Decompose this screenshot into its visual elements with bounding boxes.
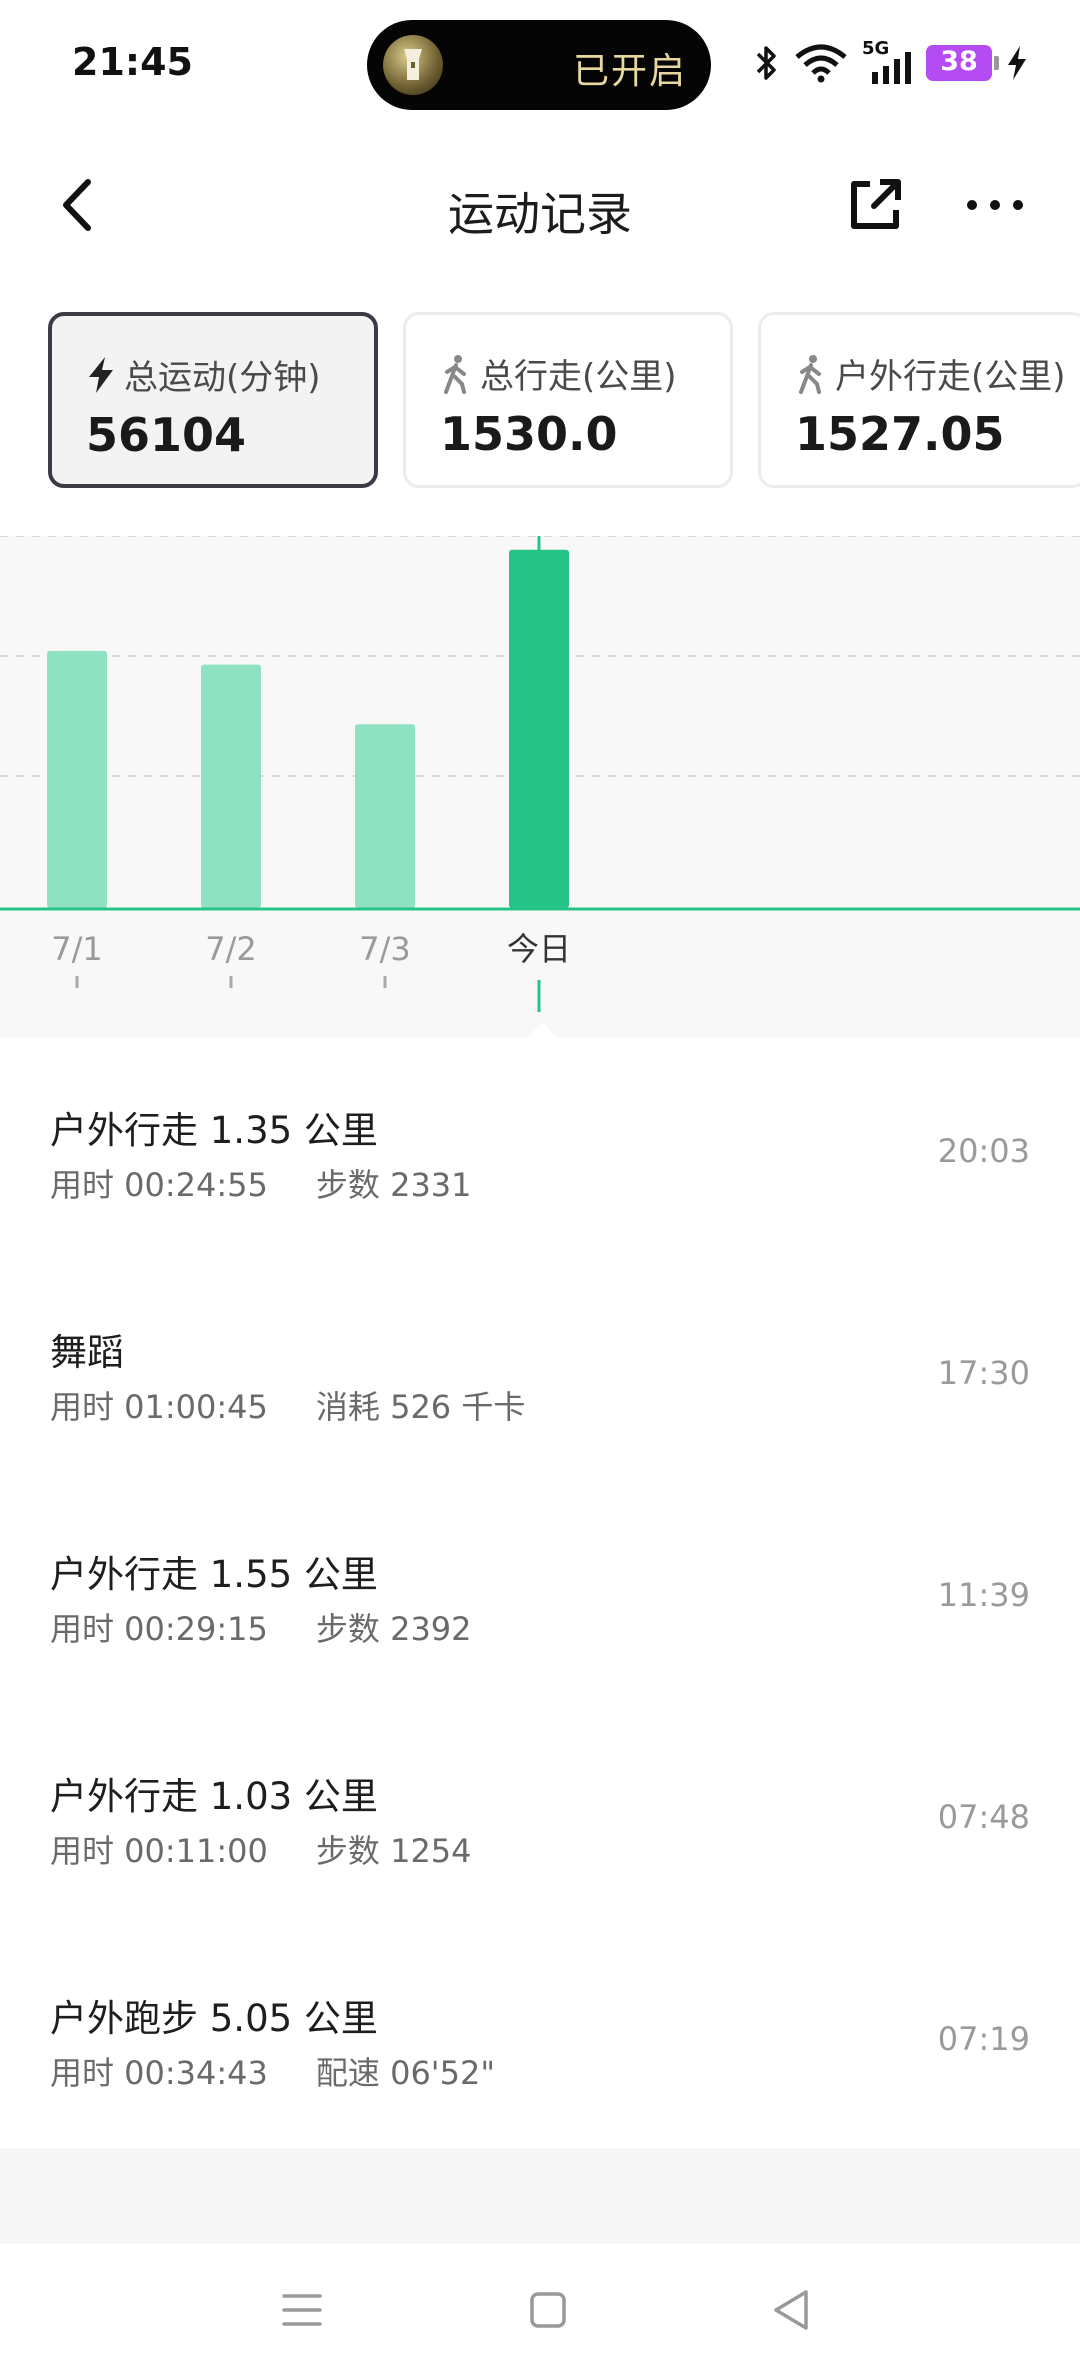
chart-tick-label: 今日 [507,930,571,968]
record-item[interactable]: 户外行走 1.55 公里 用时 00:29:15 步数 2392 11:39 [0,1484,1080,1706]
status-time: 21:45 [72,40,193,84]
page-title: 运动记录 [448,187,632,241]
share-icon [851,179,901,229]
battery-level: 38 [940,46,978,77]
charging-icon [1008,46,1026,80]
card-total-walk[interactable]: 总行走(公里) 1530.0 [403,312,733,488]
home-square-icon [530,2292,566,2328]
record-duration: 用时 00:11:00 [50,1832,268,1870]
record-time: 07:19 [937,2020,1030,2058]
status-icons: 5G 38 [754,38,1028,88]
card-label: 总运动(分钟) [124,358,321,398]
record-detail: 配速 06'52" [315,2054,496,2092]
chart-bar[interactable] [355,724,415,908]
record-time: 11:39 [937,1576,1030,1614]
signal-icon: 5G [862,38,912,84]
walking-icon [799,354,821,394]
card-value: 1527.05 [795,407,1005,461]
bluetooth-icon [756,46,776,80]
record-item[interactable]: 户外跑步 5.05 公里 用时 00:34:43 配速 06'52" 07:19 [0,1928,1080,2150]
record-time: 17:30 [937,1354,1030,1392]
card-total-exercise[interactable]: 总运动(分钟) 56104 [48,312,378,488]
record-duration: 用时 00:29:15 [50,1610,268,1648]
chart-bar[interactable] [509,549,569,908]
battery-icon: 38 [926,45,999,81]
back-triangle-icon [774,2290,808,2330]
record-item[interactable]: 舞蹈 用时 01:00:45 消耗 526 千卡 17:30 [0,1262,1080,1484]
status-bar: 21:45 已开启 5G 38 [0,0,1080,130]
app-header: 运动记录 [0,140,1080,270]
home-nav-button[interactable] [518,2280,578,2340]
record-duration: 用时 01:00:45 [50,1388,268,1426]
chart-tick-label: 7/3 [359,930,411,968]
chart-bar[interactable] [47,650,107,908]
record-duration: 用时 00:24:55 [50,1166,268,1204]
card-label: 户外行走(公里) [835,357,1066,397]
card-value: 56104 [86,408,247,462]
record-time: 20:03 [937,1132,1030,1170]
back-nav-button[interactable] [762,2280,822,2340]
flashlight-status: 已开启 [572,51,687,92]
lightning-icon [89,356,113,393]
record-detail: 步数 2331 [315,1166,472,1204]
record-item[interactable]: 户外行走 1.03 公里 用时 00:11:00 步数 1254 07:48 [0,1706,1080,1928]
menu-nav-button[interactable] [272,2280,332,2340]
record-title: 户外行走 1.03 公里 [50,1775,378,1818]
record-detail: 步数 1254 [315,1832,472,1870]
chart-svg: 7/1 7/2 7/3 今日 [0,535,1080,1012]
summary-cards: 总运动(分钟) 56104 总行走(公里) 1530.0 户外行走(公里) 15… [48,312,1080,492]
record-title: 户外行走 1.35 公里 [50,1109,378,1152]
card-label: 总行走(公里) [480,357,677,397]
record-detail: 步数 2392 [315,1610,472,1648]
share-button[interactable] [840,170,910,240]
record-detail: 消耗 526 千卡 [315,1388,526,1426]
record-title: 户外行走 1.55 公里 [50,1553,378,1596]
system-nav-bar [0,2244,1080,2376]
list-footer [0,2148,1080,2244]
card-outdoor-walk[interactable]: 户外行走(公里) 1527.05 [758,312,1080,488]
flashlight-icon [383,35,443,95]
record-time: 07:48 [937,1798,1030,1836]
record-duration: 用时 00:34:43 [50,2054,268,2092]
card-value: 1530.0 [440,407,618,461]
menu-icon [282,2294,322,2326]
chart-tick-label: 7/2 [205,930,257,968]
record-title: 舞蹈 [50,1331,124,1374]
walking-icon [444,354,466,394]
flashlight-pill[interactable]: 已开启 [367,20,711,110]
chart-tick-label: 7/1 [51,930,103,968]
wifi-icon [795,44,847,83]
chart-selection-pointer [524,1022,560,1040]
more-icon [967,200,1023,210]
exercise-chart[interactable]: 7/1 7/2 7/3 今日 [0,535,1080,1038]
chart-bar[interactable] [201,664,261,908]
record-item[interactable]: 户外行走 1.35 公里 用时 00:24:55 步数 2331 20:03 [0,1040,1080,1262]
record-title: 户外跑步 5.05 公里 [50,1997,378,2040]
more-button[interactable] [960,170,1030,240]
